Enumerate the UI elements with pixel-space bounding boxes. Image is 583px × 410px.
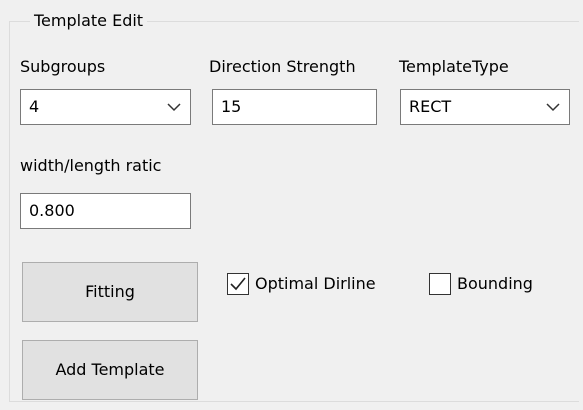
- template-edit-panel: Template Edit Subgroups 4 Direction Stre…: [0, 0, 583, 410]
- optimal-dirline-label: Optimal Dirline: [255, 274, 376, 293]
- subgroups-label: Subgroups: [20, 57, 106, 76]
- template-type-label: TemplateType: [399, 57, 509, 76]
- subgroups-dropdown[interactable]: 4: [20, 89, 191, 125]
- ratio-label: width/length ratic: [20, 156, 162, 175]
- add-template-button[interactable]: Add Template: [22, 340, 198, 400]
- bounding-label: Bounding: [457, 274, 533, 293]
- checkmark-icon: [230, 277, 246, 291]
- chevron-down-icon: [167, 103, 181, 112]
- fitting-button[interactable]: Fitting: [22, 262, 198, 322]
- ratio-input[interactable]: 0.800: [20, 193, 191, 229]
- group-title: Template Edit: [30, 10, 148, 32]
- subgroups-value: 4: [29, 97, 40, 116]
- optimal-dirline-checkbox[interactable]: Optimal Dirline: [227, 273, 402, 297]
- template-type-value: RECT: [409, 97, 452, 116]
- direction-strength-value: 15: [221, 97, 242, 116]
- bounding-checkbox[interactable]: Bounding: [429, 273, 559, 297]
- direction-strength-label: Direction Strength: [209, 57, 356, 76]
- chevron-down-icon: [546, 103, 560, 112]
- direction-strength-input[interactable]: 15: [212, 89, 377, 125]
- template-type-dropdown[interactable]: RECT: [400, 89, 570, 125]
- checkbox-box[interactable]: [429, 273, 451, 295]
- checkbox-box[interactable]: [227, 273, 249, 295]
- ratio-value: 0.800: [29, 201, 75, 220]
